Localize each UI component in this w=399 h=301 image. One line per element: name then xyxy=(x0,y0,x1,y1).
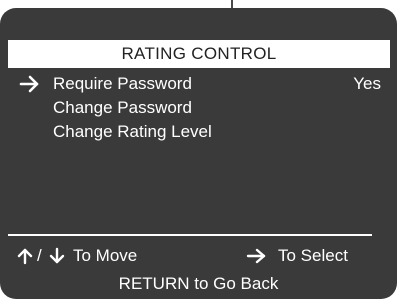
down-arrow-icon xyxy=(49,247,65,264)
right-arrow-icon xyxy=(19,75,39,93)
return-hint: RETURN to Go Back xyxy=(118,274,279,293)
move-hint-label: To Move xyxy=(73,246,138,265)
menu-title: RATING CONTROL xyxy=(8,40,390,68)
rating-control-menu-panel: RATING CONTROL Require Password Yes Chan… xyxy=(0,8,397,299)
right-arrow-icon xyxy=(246,248,266,264)
menu-item-change-password[interactable]: Change Password xyxy=(0,96,397,120)
navigation-hints: / To Move To Select xyxy=(0,244,397,268)
osd-screen: RATING CONTROL Require Password Yes Chan… xyxy=(0,0,399,301)
select-hint-label: To Select xyxy=(278,246,348,265)
menu-item-label: Change Rating Level xyxy=(53,122,212,141)
menu-item-label: Change Password xyxy=(53,98,192,117)
hint-divider xyxy=(8,234,372,236)
hint-slash: / xyxy=(37,246,42,265)
menu-item-require-password[interactable]: Require Password Yes xyxy=(0,72,397,96)
menu-item-label: Require Password xyxy=(53,74,192,93)
up-arrow-icon xyxy=(17,248,33,265)
menu-item-value: Yes xyxy=(353,74,381,93)
menu-item-change-rating-level[interactable]: Change Rating Level xyxy=(0,120,397,144)
